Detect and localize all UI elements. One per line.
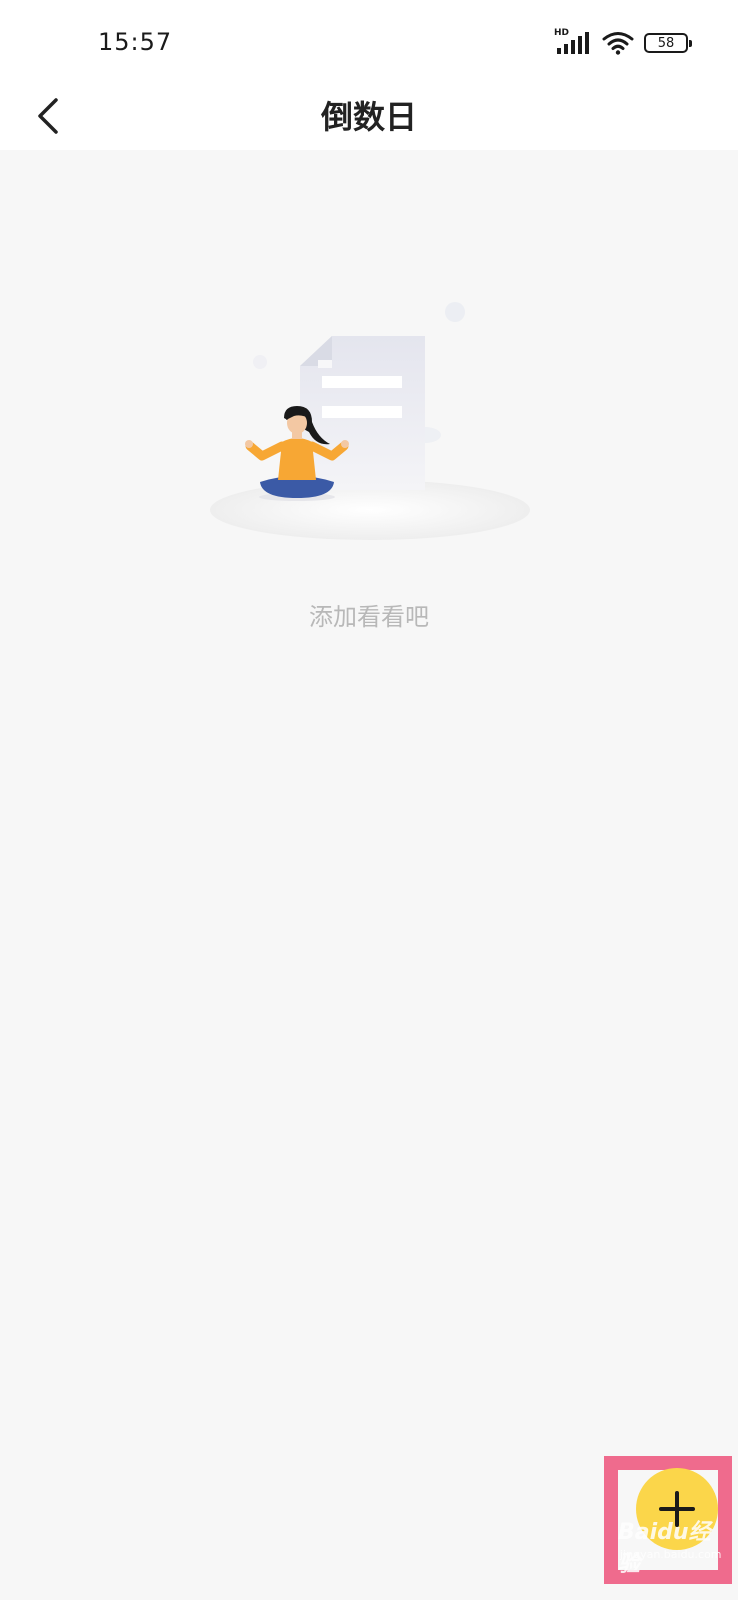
nav-bar: 倒数日 <box>0 82 738 150</box>
empty-state-message: 添加看看吧 <box>309 603 429 631</box>
status-time: 15:57 <box>98 28 173 56</box>
watermark-url: jingyan.baidu.com <box>620 1548 722 1561</box>
network-label: HD <box>554 28 570 38</box>
battery-level: 58 <box>657 35 675 51</box>
status-icons: HD 58 <box>554 28 692 56</box>
app-screen: 15:57 HD 58 倒数日 添加看看吧 Baidu经验 jingyan.ba… <box>0 0 738 1600</box>
page-title: 倒数日 <box>320 98 417 136</box>
watermark: Baidu经验 jingyan.baidu.com <box>612 1500 732 1580</box>
wifi-icon <box>602 32 634 55</box>
watermark-brand: Baidu经验 <box>618 1520 711 1577</box>
battery-icon: 58 <box>644 33 692 53</box>
status-bar: 15:57 HD 58 <box>0 0 738 82</box>
hd-signal-icon: HD <box>554 28 592 56</box>
empty-state-illustration <box>210 302 530 540</box>
